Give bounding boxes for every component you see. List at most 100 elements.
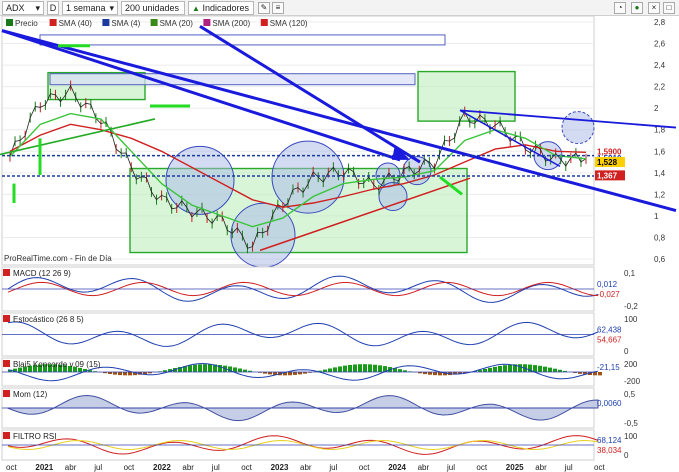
alert-icon[interactable]: ◔ <box>614 2 626 14</box>
time-tick-label: 2022 <box>153 463 171 472</box>
panel-tick: 100 <box>624 432 638 441</box>
time-tick-label: oct <box>359 463 370 472</box>
panel-title: Blai5 Koncorde v.09 (15) <box>13 360 101 369</box>
koncorde-bar <box>238 368 242 372</box>
panel-title: MACD (12 26 9) <box>13 269 71 278</box>
koncorde-bar <box>488 367 492 372</box>
koncorde-bar <box>373 364 377 372</box>
legend-swatch <box>102 19 110 26</box>
panel-tick: 0 <box>624 451 629 460</box>
legend-swatch <box>150 19 158 26</box>
time-tick-label: jul <box>93 463 102 472</box>
wrench-icon[interactable]: ✎ <box>258 2 270 14</box>
panel-tag: 62,438 <box>597 326 622 335</box>
units-label: 200 unidades <box>125 3 180 13</box>
koncorde-bar <box>193 364 197 372</box>
time-tick-label: oct <box>476 463 487 472</box>
time-tick-label: 2024 <box>388 463 406 472</box>
koncorde-bar <box>118 372 122 376</box>
koncorde-bar <box>378 365 382 372</box>
koncorde-bar <box>428 372 432 375</box>
minimize-icon[interactable]: ● <box>631 2 643 14</box>
price-tick-label: 1,2 <box>654 190 666 199</box>
panel-tag: 0,012 <box>597 280 618 289</box>
symbol-input[interactable]: ADX ▾ <box>2 1 44 15</box>
time-tick-label: abr <box>65 463 77 472</box>
indicator-panels: MACD (12 26 9) 0,1 -0,2 0,012-0,027 Estocást… <box>1 266 641 461</box>
koncorde-bar <box>123 372 127 376</box>
panel-tag: 68,124 <box>597 436 622 445</box>
koncorde-bar <box>543 366 547 372</box>
legend-swatch <box>260 19 268 26</box>
main-price-panel: 2,82,62,42,221,81,61,41,210,80,6Precio SM… <box>0 16 677 268</box>
legend-label: SMA (4) <box>111 19 140 28</box>
time-tick-label: jul <box>211 463 220 472</box>
time-tick-label: oct <box>124 463 135 472</box>
price-tick-label: 2,8 <box>654 18 666 27</box>
koncorde-bar <box>533 365 537 372</box>
time-tick-label: 2025 <box>506 463 524 472</box>
indicators-button[interactable]: ▲ Indicadores▾ <box>188 1 254 26</box>
price-tick-label: 1,4 <box>654 169 666 178</box>
panel-tag: -21,15 <box>597 363 620 372</box>
koncorde-bar <box>398 369 402 372</box>
koncorde-bar <box>348 364 352 372</box>
koncorde-bar <box>198 364 202 372</box>
timeframe-select[interactable]: 1 semana ▾ <box>62 1 118 15</box>
draw-mode-button[interactable]: D <box>47 1 59 15</box>
layers-icon[interactable]: ≡ <box>272 2 284 14</box>
panel-tick: -200 <box>624 377 641 386</box>
price-tick-label: 2,6 <box>654 40 666 49</box>
panel-title: Mom (12) <box>13 390 48 399</box>
symbol-label: ADX <box>6 3 25 13</box>
koncorde-bar <box>433 372 437 376</box>
close-icon[interactable]: × <box>648 2 660 14</box>
price-tick-label: 2,2 <box>654 83 666 92</box>
panel-swatch <box>3 269 10 276</box>
panel-tick: 100 <box>624 315 638 324</box>
price-tag: 1,528 <box>597 158 618 167</box>
top-resistance-box <box>39 34 446 46</box>
koncorde-bar <box>493 366 497 372</box>
legend-swatch <box>49 19 57 26</box>
koncorde-bar <box>328 368 332 372</box>
legend-swatch <box>203 19 211 26</box>
koncorde-bar <box>353 364 357 372</box>
koncorde-bar <box>503 365 507 372</box>
time-tick-label: 2023 <box>271 463 289 472</box>
toolbar: ADX▾ D 1 semana▾ 200 unidades▾ ▲ Indicad… <box>0 0 679 26</box>
price-tick-label: 2 <box>654 104 659 113</box>
koncorde-bar <box>338 366 342 372</box>
indicators-icon: ▲ <box>192 4 200 13</box>
legend-label: SMA (40) <box>59 19 93 28</box>
maximize-icon[interactable]: □ <box>663 2 675 14</box>
highlight-circle <box>165 145 235 215</box>
time-tick-label: oct <box>594 463 605 472</box>
chart-svg: 2,82,62,42,221,81,61,41,210,80,6Precio SM… <box>0 16 679 472</box>
koncorde-bar <box>518 364 522 372</box>
price-tick-label: 2,4 <box>654 61 666 70</box>
panel-swatch <box>3 390 10 397</box>
koncorde-bar <box>358 364 362 372</box>
panel-swatch <box>3 432 10 439</box>
koncorde-bar <box>343 365 347 372</box>
panel-title: FILTRO RSI <box>13 432 56 441</box>
panel-title: Estocástico (26 8 5) <box>13 315 84 324</box>
highlight-circle <box>561 111 595 145</box>
price-tick-label: 1,6 <box>654 147 666 156</box>
panel-tick: 0,5 <box>624 390 636 399</box>
time-tick-label: jul <box>446 463 455 472</box>
koncorde-bar <box>483 368 487 372</box>
koncorde-bar <box>333 367 337 372</box>
panel-tick: 200 <box>624 360 638 369</box>
source-text: ProRealTime.com - Fin de Día <box>4 254 112 263</box>
koncorde-bar <box>538 365 542 372</box>
panel-tick: -0,2 <box>624 302 638 311</box>
time-tick-label: abr <box>300 463 312 472</box>
koncorde-bar <box>363 364 367 372</box>
time-tick-label: abr <box>418 463 430 472</box>
legend-label: SMA (20) <box>160 19 194 28</box>
koncorde-bar <box>233 367 237 372</box>
units-select[interactable]: 200 unidades▾ <box>121 1 185 25</box>
panel-tag: 54,667 <box>597 336 622 345</box>
